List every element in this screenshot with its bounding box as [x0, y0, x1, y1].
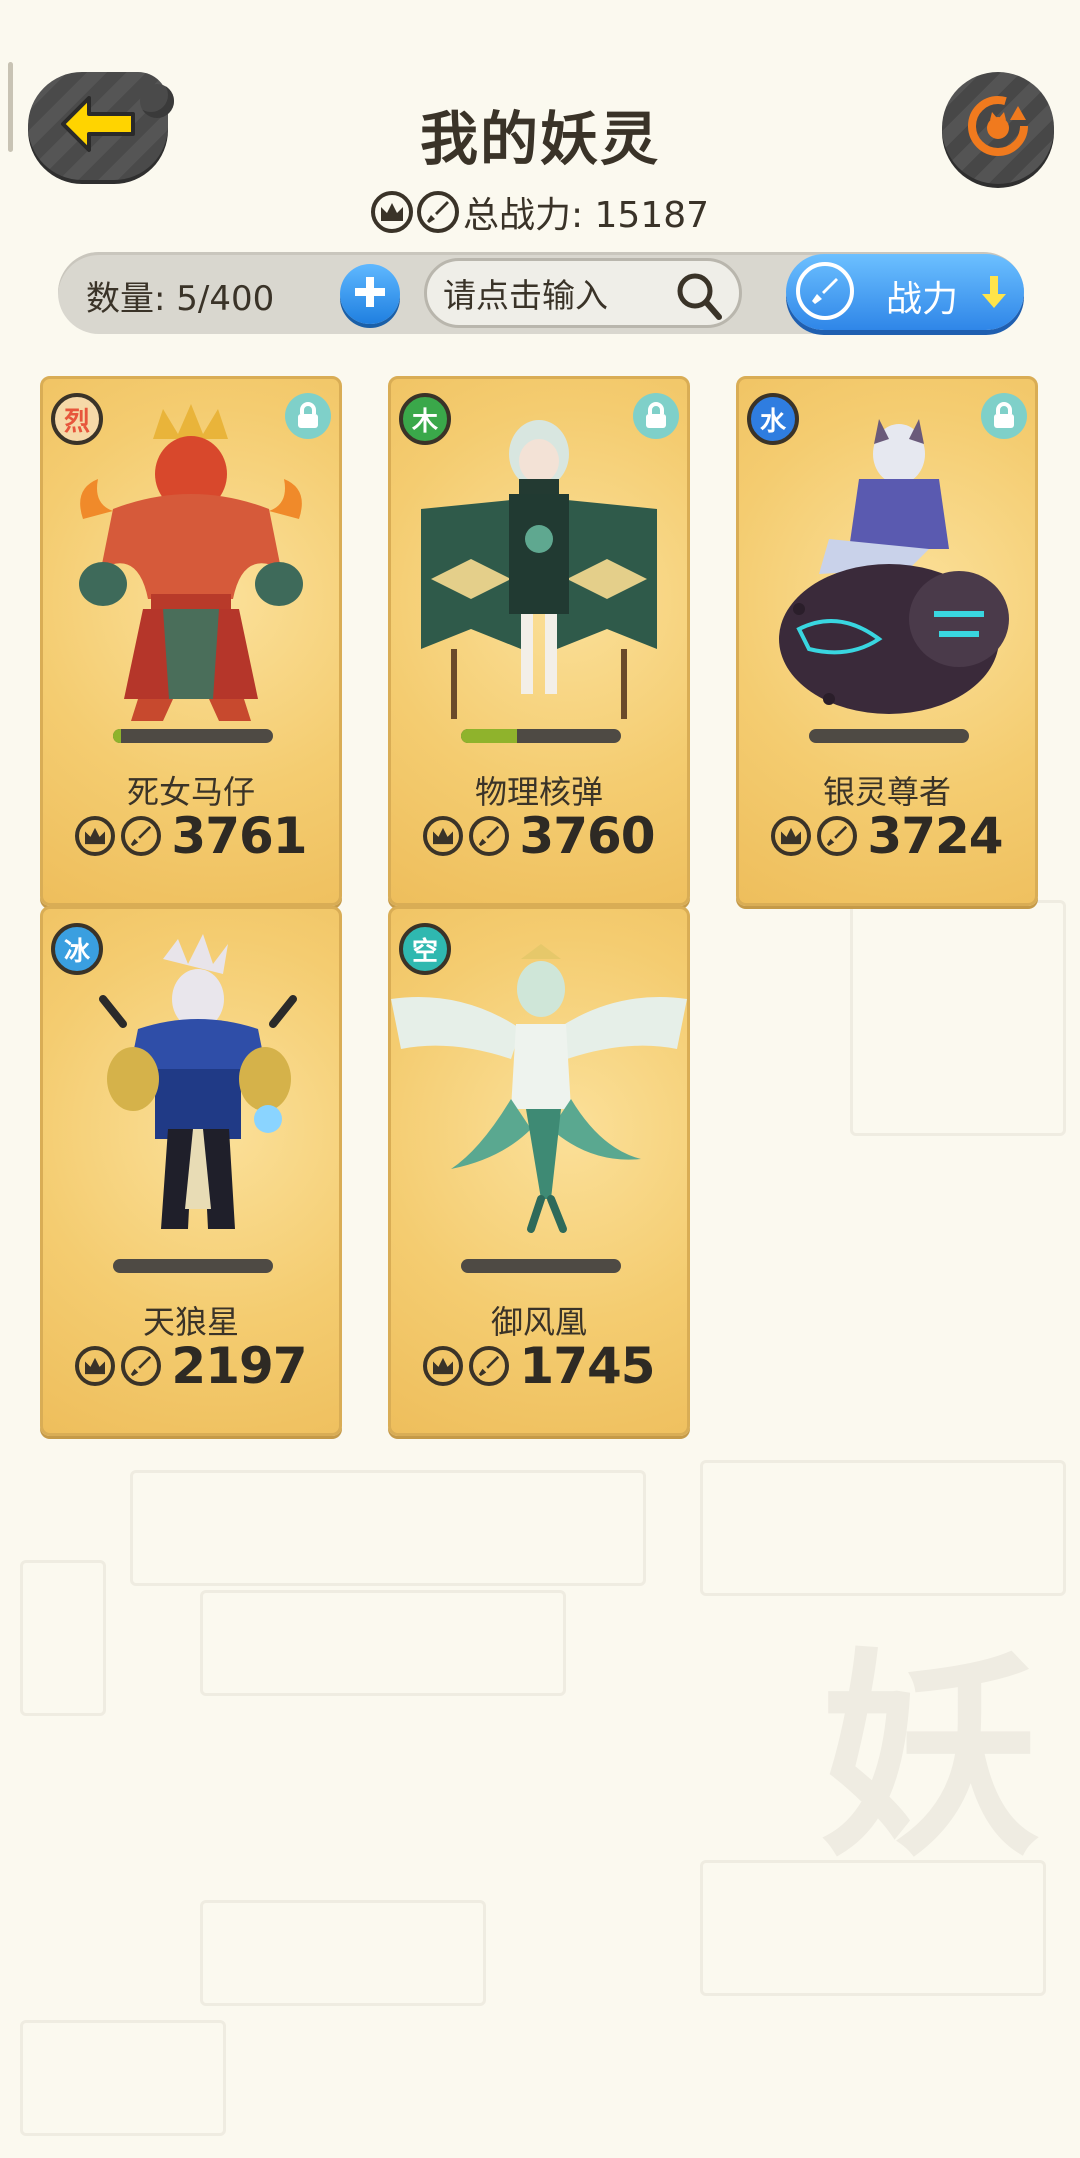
sort-label: 战力: [886, 279, 959, 320]
background-panel: [850, 900, 1066, 1136]
character-portrait: [421, 420, 657, 719]
sword-icon: [121, 816, 162, 856]
crown-icon: [423, 816, 464, 856]
level-progress-bar: [461, 1259, 621, 1273]
character-portrait: [779, 419, 1009, 714]
level-progress-bar: [809, 729, 969, 743]
total-power-label: 总战力: 15187: [462, 195, 710, 236]
level-progress-bar: [461, 729, 621, 743]
sword-icon: [469, 1346, 510, 1386]
power-value: 1745: [519, 1337, 655, 1395]
total-power-display: 总战力: 15187: [0, 186, 1080, 238]
sort-by-power-button[interactable]: 战力: [786, 254, 1024, 330]
crown-icon: [370, 191, 413, 233]
sword-icon: [817, 816, 858, 856]
power-value: 3724: [867, 807, 1003, 865]
plus-icon: [353, 275, 387, 313]
page-title: 我的妖灵: [419, 105, 660, 173]
background-panel: [200, 1900, 486, 2006]
crown-icon: [771, 816, 812, 856]
sort-down-arrow-icon: [978, 274, 1010, 314]
toolbar: 数量: 5/400 战力: [58, 252, 1024, 334]
yaoling-card[interactable]: 木 物理核弹 3760: [388, 376, 690, 906]
search-box[interactable]: [424, 258, 742, 328]
background-panel: [130, 1470, 646, 1586]
yaoling-card[interactable]: 烈 死女马仔 3761: [40, 376, 342, 906]
power-value: 2197: [171, 1337, 307, 1395]
power-value: 3761: [171, 807, 307, 865]
character-portrait: [79, 404, 303, 721]
crown-icon: [75, 1346, 116, 1386]
background-panel: [200, 1590, 566, 1696]
search-input[interactable]: [441, 271, 675, 319]
card-power: 3724: [739, 807, 1035, 865]
background-panel: [20, 1560, 106, 1716]
power-value: 3760: [519, 807, 655, 865]
character-portrait: [99, 934, 297, 1229]
character-portrait: [391, 944, 687, 1233]
crown-icon: [423, 1346, 464, 1386]
level-progress-bar: [113, 729, 273, 743]
level-progress-bar: [113, 1259, 273, 1273]
card-power: 3760: [391, 807, 687, 865]
crown-icon: [75, 816, 116, 856]
card-power: 3761: [43, 807, 339, 865]
yaoling-card[interactable]: 空 御风凰 1745: [388, 906, 690, 1436]
sword-icon: [416, 191, 459, 233]
refresh-button[interactable]: [942, 72, 1054, 184]
background-panel: [20, 2020, 226, 2136]
yaoling-card[interactable]: 水 银灵尊者 3724: [736, 376, 1038, 906]
refresh-icon: [962, 90, 1034, 166]
add-capacity-button[interactable]: [340, 264, 400, 324]
sword-icon: [796, 262, 854, 320]
sword-icon: [121, 1346, 162, 1386]
background-watermark: 妖: [820, 1630, 1041, 1886]
search-icon[interactable]: [675, 271, 723, 325]
card-power: 2197: [43, 1337, 339, 1395]
background-panel: [700, 1460, 1066, 1596]
count-label: 数量: 5/400: [86, 279, 275, 319]
card-power: 1745: [391, 1337, 687, 1395]
sword-icon: [469, 816, 510, 856]
yaoling-card[interactable]: 冰 天狼星 2197: [40, 906, 342, 1436]
